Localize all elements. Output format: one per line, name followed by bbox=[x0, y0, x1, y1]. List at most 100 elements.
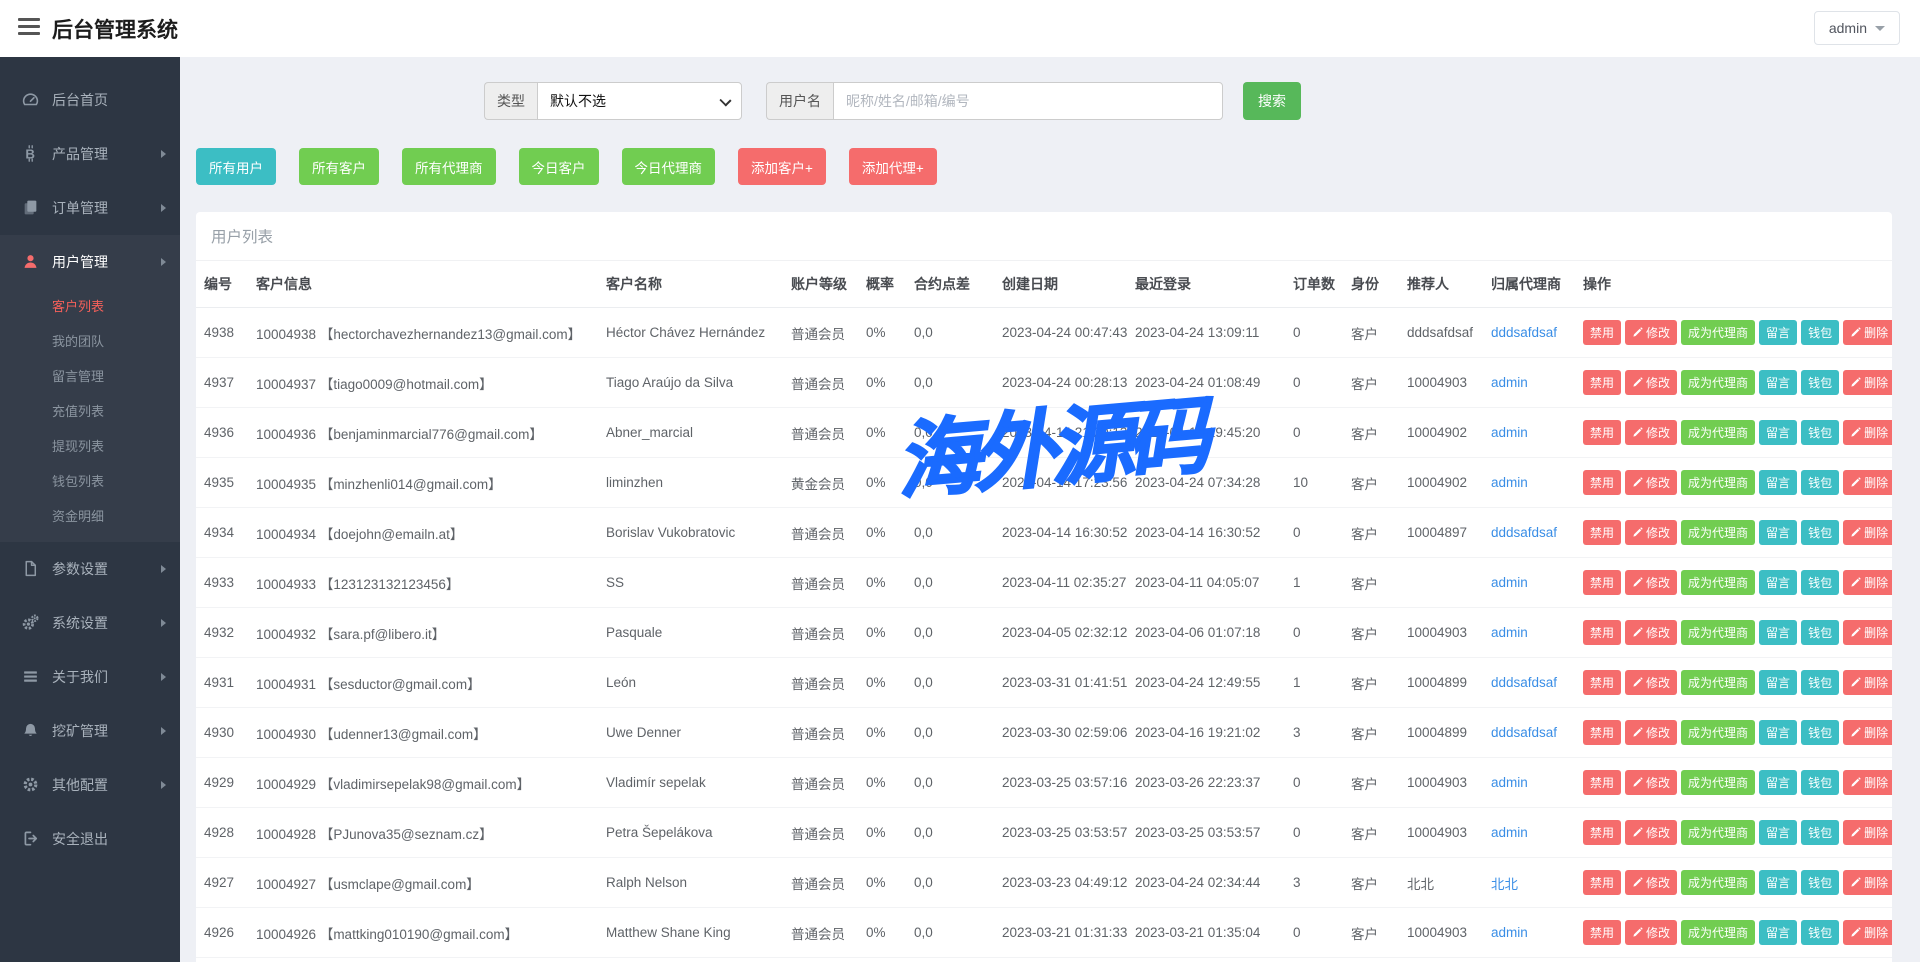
agent-link[interactable]: dddsafdsaf bbox=[1491, 525, 1557, 540]
sidebar-item-products[interactable]: B产品管理 bbox=[0, 127, 180, 181]
row-action-delete-button[interactable]: 删除 bbox=[1843, 670, 1892, 695]
row-action-wallet-button[interactable]: 钱包 bbox=[1801, 570, 1839, 595]
row-action-message-button[interactable]: 留言 bbox=[1759, 720, 1797, 745]
row-action-become-agent-button[interactable]: 成为代理商 bbox=[1681, 770, 1755, 795]
row-action-wallet-button[interactable]: 钱包 bbox=[1801, 670, 1839, 695]
row-action-disable-button[interactable]: 禁用 bbox=[1583, 370, 1621, 395]
row-action-disable-button[interactable]: 禁用 bbox=[1583, 320, 1621, 345]
row-action-disable-button[interactable]: 禁用 bbox=[1583, 670, 1621, 695]
row-action-delete-button[interactable]: 删除 bbox=[1843, 370, 1892, 395]
add-agent-button[interactable]: 添加代理+ bbox=[849, 148, 937, 185]
row-action-edit-button[interactable]: 修改 bbox=[1625, 420, 1677, 445]
row-action-become-agent-button[interactable]: 成为代理商 bbox=[1681, 870, 1755, 895]
row-action-become-agent-button[interactable]: 成为代理商 bbox=[1681, 370, 1755, 395]
agent-link[interactable]: admin bbox=[1491, 575, 1528, 590]
row-action-disable-button[interactable]: 禁用 bbox=[1583, 470, 1621, 495]
row-action-become-agent-button[interactable]: 成为代理商 bbox=[1681, 520, 1755, 545]
username-input[interactable] bbox=[833, 82, 1223, 120]
row-action-message-button[interactable]: 留言 bbox=[1759, 820, 1797, 845]
row-action-delete-button[interactable]: 删除 bbox=[1843, 320, 1892, 345]
sidebar-item-home[interactable]: 后台首页 bbox=[0, 73, 180, 127]
sidebar-subitem-message-mgmt[interactable]: 留言管理 bbox=[0, 359, 180, 394]
sidebar-subitem-withdraw-list[interactable]: 提现列表 bbox=[0, 429, 180, 464]
row-action-edit-button[interactable]: 修改 bbox=[1625, 520, 1677, 545]
row-action-wallet-button[interactable]: 钱包 bbox=[1801, 320, 1839, 345]
row-action-edit-button[interactable]: 修改 bbox=[1625, 870, 1677, 895]
row-action-wallet-button[interactable]: 钱包 bbox=[1801, 770, 1839, 795]
row-action-disable-button[interactable]: 禁用 bbox=[1583, 770, 1621, 795]
sidebar-subitem-wallet-list[interactable]: 钱包列表 bbox=[0, 464, 180, 499]
row-action-edit-button[interactable]: 修改 bbox=[1625, 620, 1677, 645]
row-action-become-agent-button[interactable]: 成为代理商 bbox=[1681, 670, 1755, 695]
row-action-wallet-button[interactable]: 钱包 bbox=[1801, 370, 1839, 395]
search-button[interactable]: 搜索 bbox=[1243, 82, 1301, 120]
row-action-message-button[interactable]: 留言 bbox=[1759, 320, 1797, 345]
row-action-message-button[interactable]: 留言 bbox=[1759, 570, 1797, 595]
sidebar-item-params[interactable]: 参数设置 bbox=[0, 542, 180, 596]
row-action-become-agent-button[interactable]: 成为代理商 bbox=[1681, 720, 1755, 745]
row-action-become-agent-button[interactable]: 成为代理商 bbox=[1681, 420, 1755, 445]
row-action-edit-button[interactable]: 修改 bbox=[1625, 370, 1677, 395]
row-action-message-button[interactable]: 留言 bbox=[1759, 420, 1797, 445]
row-action-message-button[interactable]: 留言 bbox=[1759, 920, 1797, 945]
row-action-become-agent-button[interactable]: 成为代理商 bbox=[1681, 820, 1755, 845]
row-action-edit-button[interactable]: 修改 bbox=[1625, 770, 1677, 795]
hamburger-menu-icon[interactable] bbox=[18, 18, 40, 38]
sidebar-subitem-my-team[interactable]: 我的团队 bbox=[0, 324, 180, 359]
row-action-message-button[interactable]: 留言 bbox=[1759, 670, 1797, 695]
sidebar-item-system[interactable]: 系统设置 bbox=[0, 596, 180, 650]
sidebar-item-mining[interactable]: 挖矿管理 bbox=[0, 704, 180, 758]
sidebar-subitem-customer-list[interactable]: 客户列表 bbox=[0, 289, 180, 324]
row-action-wallet-button[interactable]: 钱包 bbox=[1801, 870, 1839, 895]
sidebar-item-other[interactable]: 其他配置 bbox=[0, 758, 180, 812]
row-action-message-button[interactable]: 留言 bbox=[1759, 370, 1797, 395]
type-select[interactable]: 默认不选 bbox=[537, 82, 742, 120]
row-action-message-button[interactable]: 留言 bbox=[1759, 620, 1797, 645]
sidebar-item-users[interactable]: 用户管理 bbox=[0, 235, 180, 289]
admin-dropdown[interactable]: admin bbox=[1814, 11, 1900, 45]
row-action-wallet-button[interactable]: 钱包 bbox=[1801, 820, 1839, 845]
row-action-delete-button[interactable]: 删除 bbox=[1843, 470, 1892, 495]
agent-link[interactable]: admin bbox=[1491, 475, 1528, 490]
agent-link[interactable]: admin bbox=[1491, 825, 1528, 840]
row-action-disable-button[interactable]: 禁用 bbox=[1583, 920, 1621, 945]
agent-link[interactable]: dddsafdsaf bbox=[1491, 725, 1557, 740]
row-action-edit-button[interactable]: 修改 bbox=[1625, 320, 1677, 345]
all-agents-button[interactable]: 所有代理商 bbox=[402, 148, 496, 185]
row-action-disable-button[interactable]: 禁用 bbox=[1583, 620, 1621, 645]
row-action-delete-button[interactable]: 删除 bbox=[1843, 620, 1892, 645]
row-action-become-agent-button[interactable]: 成为代理商 bbox=[1681, 570, 1755, 595]
row-action-delete-button[interactable]: 删除 bbox=[1843, 820, 1892, 845]
sidebar-item-orders[interactable]: 订单管理 bbox=[0, 181, 180, 235]
row-action-wallet-button[interactable]: 钱包 bbox=[1801, 520, 1839, 545]
agent-link[interactable]: admin bbox=[1491, 775, 1528, 790]
add-customer-button[interactable]: 添加客户+ bbox=[738, 148, 826, 185]
row-action-message-button[interactable]: 留言 bbox=[1759, 870, 1797, 895]
row-action-edit-button[interactable]: 修改 bbox=[1625, 720, 1677, 745]
row-action-delete-button[interactable]: 删除 bbox=[1843, 920, 1892, 945]
row-action-disable-button[interactable]: 禁用 bbox=[1583, 520, 1621, 545]
row-action-delete-button[interactable]: 删除 bbox=[1843, 720, 1892, 745]
row-action-edit-button[interactable]: 修改 bbox=[1625, 470, 1677, 495]
agent-link[interactable]: admin bbox=[1491, 625, 1528, 640]
row-action-delete-button[interactable]: 删除 bbox=[1843, 420, 1892, 445]
row-action-edit-button[interactable]: 修改 bbox=[1625, 820, 1677, 845]
sidebar-subitem-recharge-list[interactable]: 充值列表 bbox=[0, 394, 180, 429]
row-action-message-button[interactable]: 留言 bbox=[1759, 770, 1797, 795]
row-action-disable-button[interactable]: 禁用 bbox=[1583, 820, 1621, 845]
row-action-wallet-button[interactable]: 钱包 bbox=[1801, 920, 1839, 945]
all-users-button[interactable]: 所有用户 bbox=[196, 148, 276, 185]
row-action-disable-button[interactable]: 禁用 bbox=[1583, 870, 1621, 895]
agent-link[interactable]: admin bbox=[1491, 375, 1528, 390]
agent-link[interactable]: admin bbox=[1491, 925, 1528, 940]
all-customers-button[interactable]: 所有客户 bbox=[299, 148, 379, 185]
row-action-message-button[interactable]: 留言 bbox=[1759, 470, 1797, 495]
today-customers-button[interactable]: 今日客户 bbox=[519, 148, 599, 185]
sidebar-subitem-funds-detail[interactable]: 资金明细 bbox=[0, 499, 180, 534]
row-action-wallet-button[interactable]: 钱包 bbox=[1801, 420, 1839, 445]
sidebar-item-logout[interactable]: 安全退出 bbox=[0, 812, 180, 866]
row-action-become-agent-button[interactable]: 成为代理商 bbox=[1681, 920, 1755, 945]
row-action-become-agent-button[interactable]: 成为代理商 bbox=[1681, 620, 1755, 645]
row-action-edit-button[interactable]: 修改 bbox=[1625, 670, 1677, 695]
agent-link[interactable]: admin bbox=[1491, 425, 1528, 440]
